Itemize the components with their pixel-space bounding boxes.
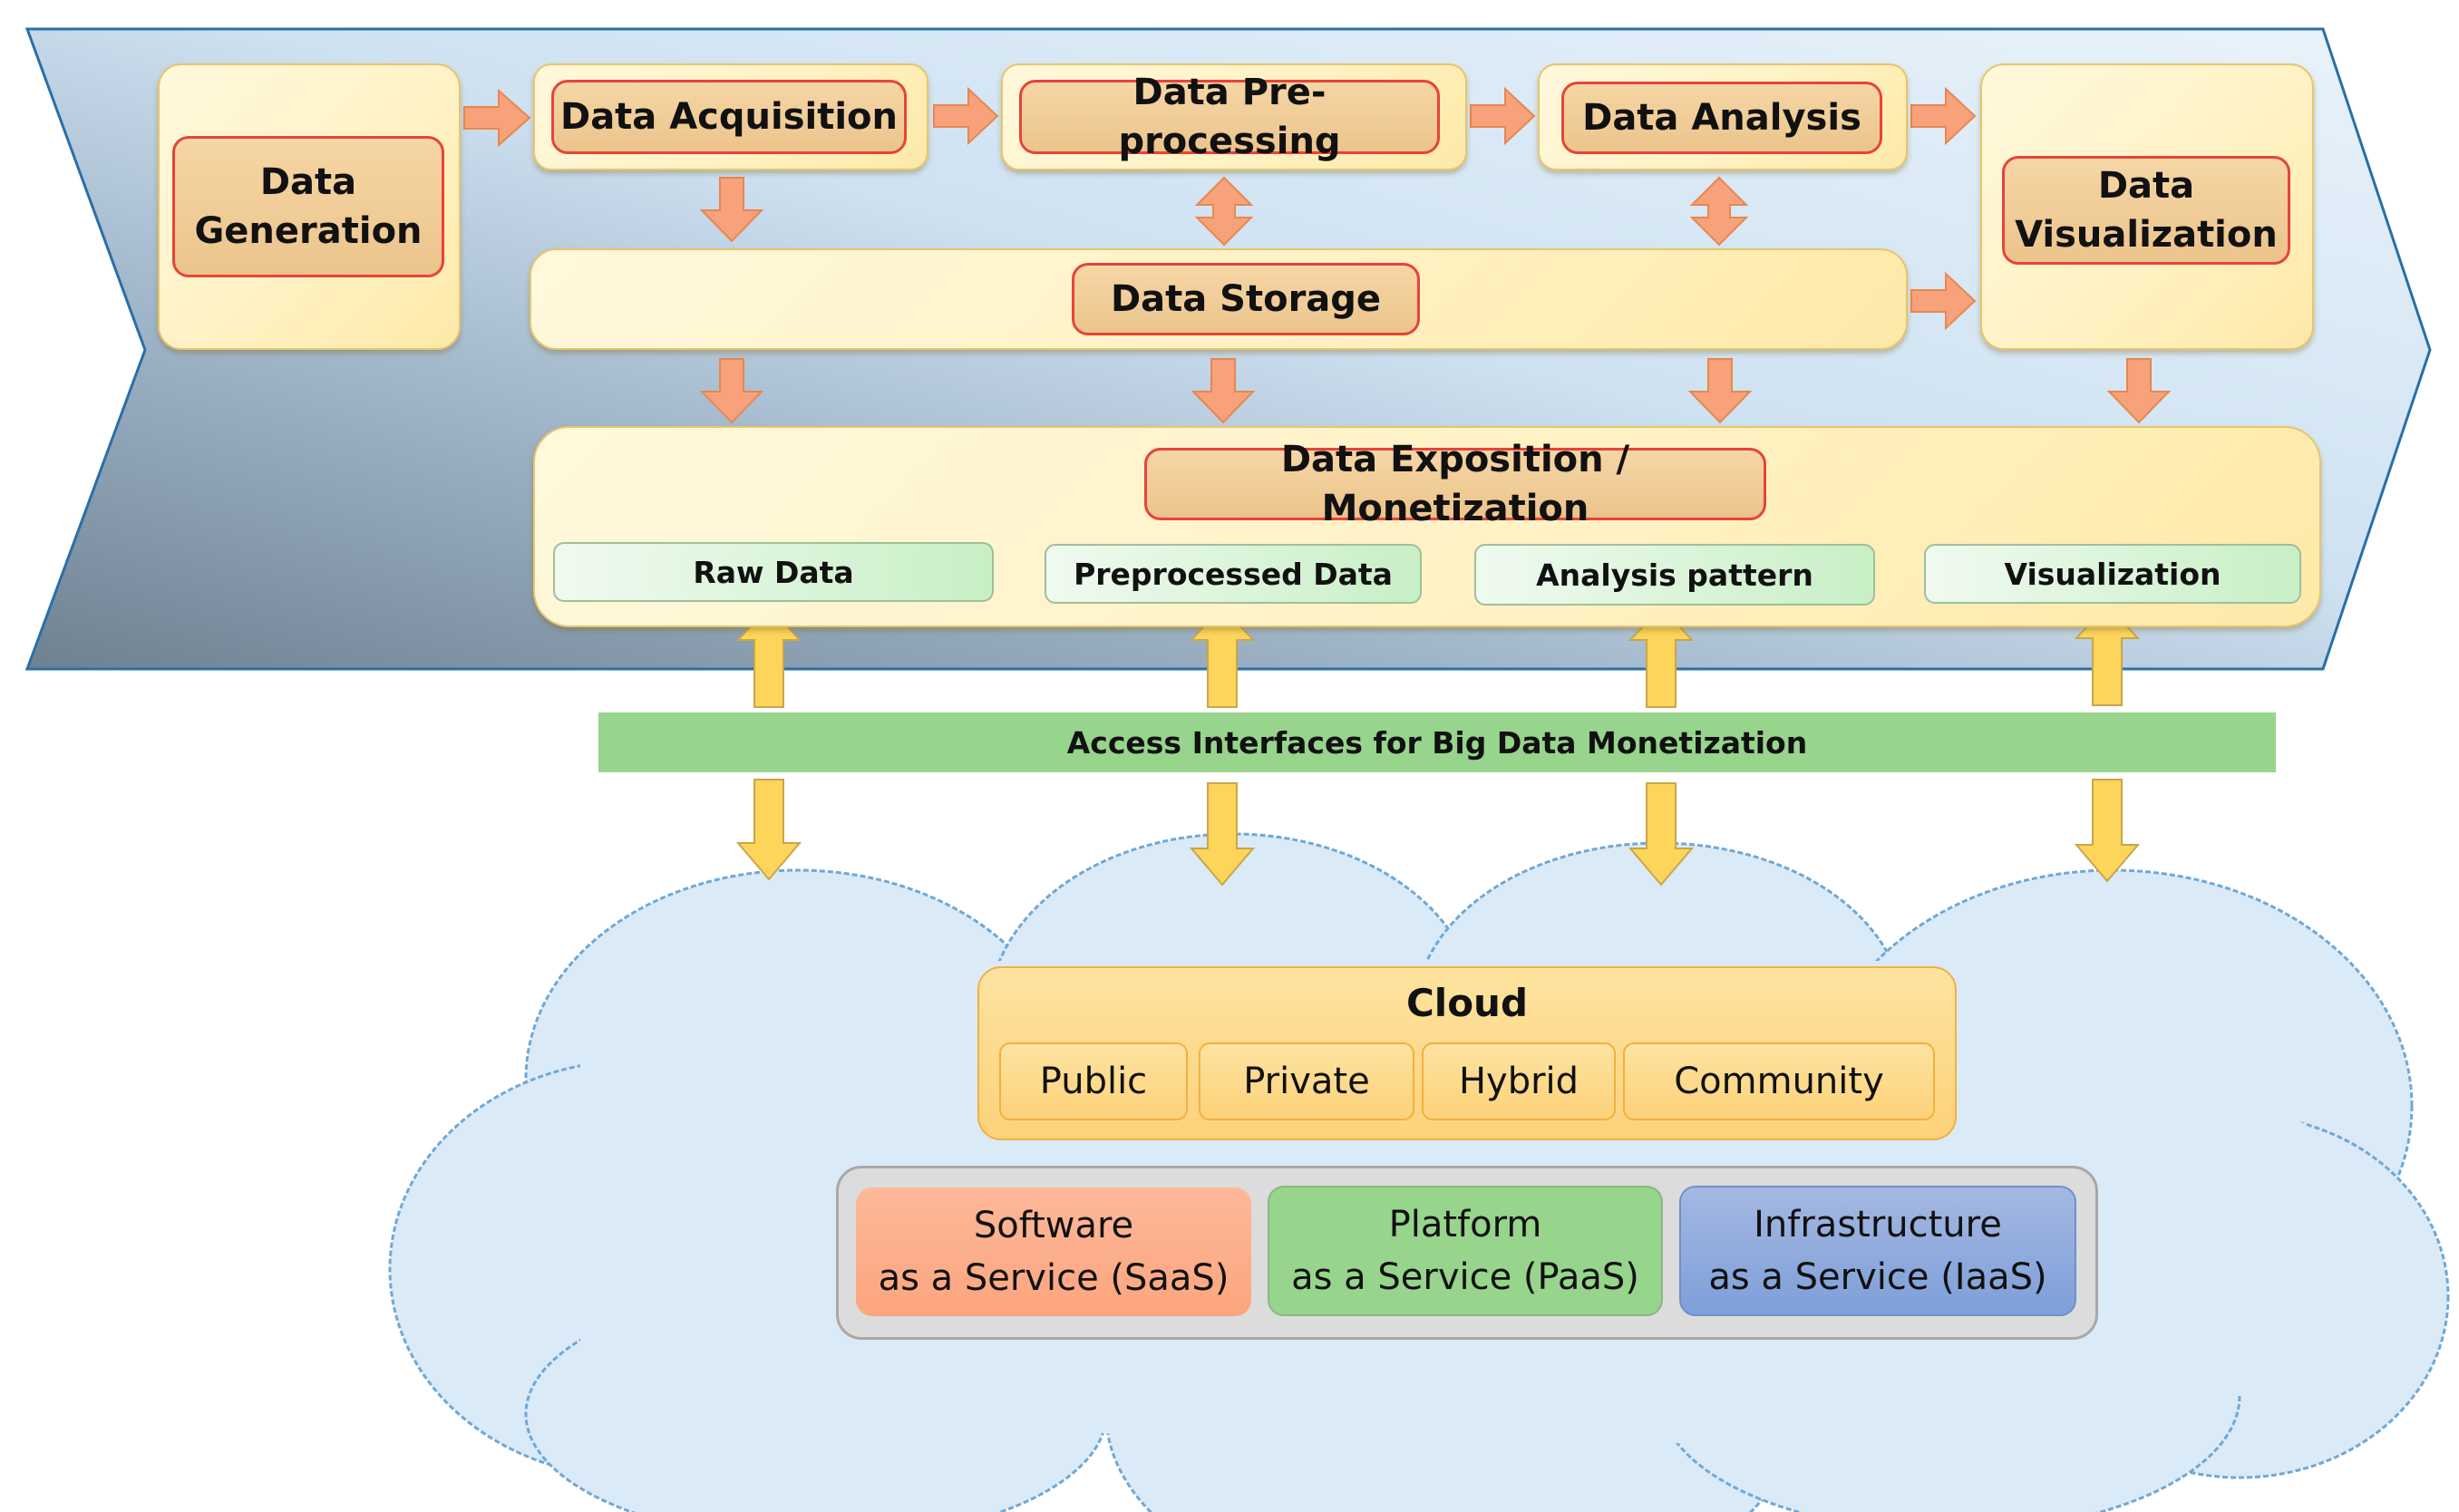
data-analysis-stage[interactable]: Data Analysis (1561, 82, 1882, 154)
arrow-down-4 (2074, 779, 2141, 883)
service-paas[interactable]: Platform as a Service (PaaS) (1268, 1186, 1663, 1316)
service-iaas[interactable]: Infrastructure as a Service (IaaS) (1679, 1186, 2076, 1316)
output-visualization[interactable]: Visualization (1924, 544, 2301, 604)
output-preprocessed-data[interactable]: Preprocessed Data (1045, 544, 1422, 604)
data-generation-stage[interactable]: Data Generation (172, 136, 444, 277)
deployment-hybrid[interactable]: Hybrid (1422, 1042, 1616, 1120)
deployment-public[interactable]: Public (999, 1042, 1188, 1120)
data-preprocessing-stage[interactable]: Data Pre-processing (1019, 72, 1440, 162)
access-interfaces-bar[interactable]: Access Interfaces for Big Data Monetizat… (598, 712, 2276, 772)
deployment-private[interactable]: Private (1199, 1042, 1414, 1120)
deployment-community[interactable]: Community (1623, 1042, 1935, 1120)
data-visualization-stage[interactable]: Data Visualization (2002, 156, 2290, 265)
data-acquisition-stage[interactable]: Data Acquisition (551, 80, 907, 154)
data-exposition-stage[interactable]: Data Exposition / Monetization (1144, 439, 1766, 529)
cloud-title: Cloud (1405, 981, 1529, 1025)
output-analysis-pattern[interactable]: Analysis pattern (1474, 544, 1875, 606)
data-storage-stage[interactable]: Data Storage (1072, 263, 1420, 335)
output-raw-data[interactable]: Raw Data (553, 542, 994, 602)
arrow-down-1 (735, 779, 802, 881)
service-saas[interactable]: Software as a Service (SaaS) (856, 1187, 1251, 1316)
